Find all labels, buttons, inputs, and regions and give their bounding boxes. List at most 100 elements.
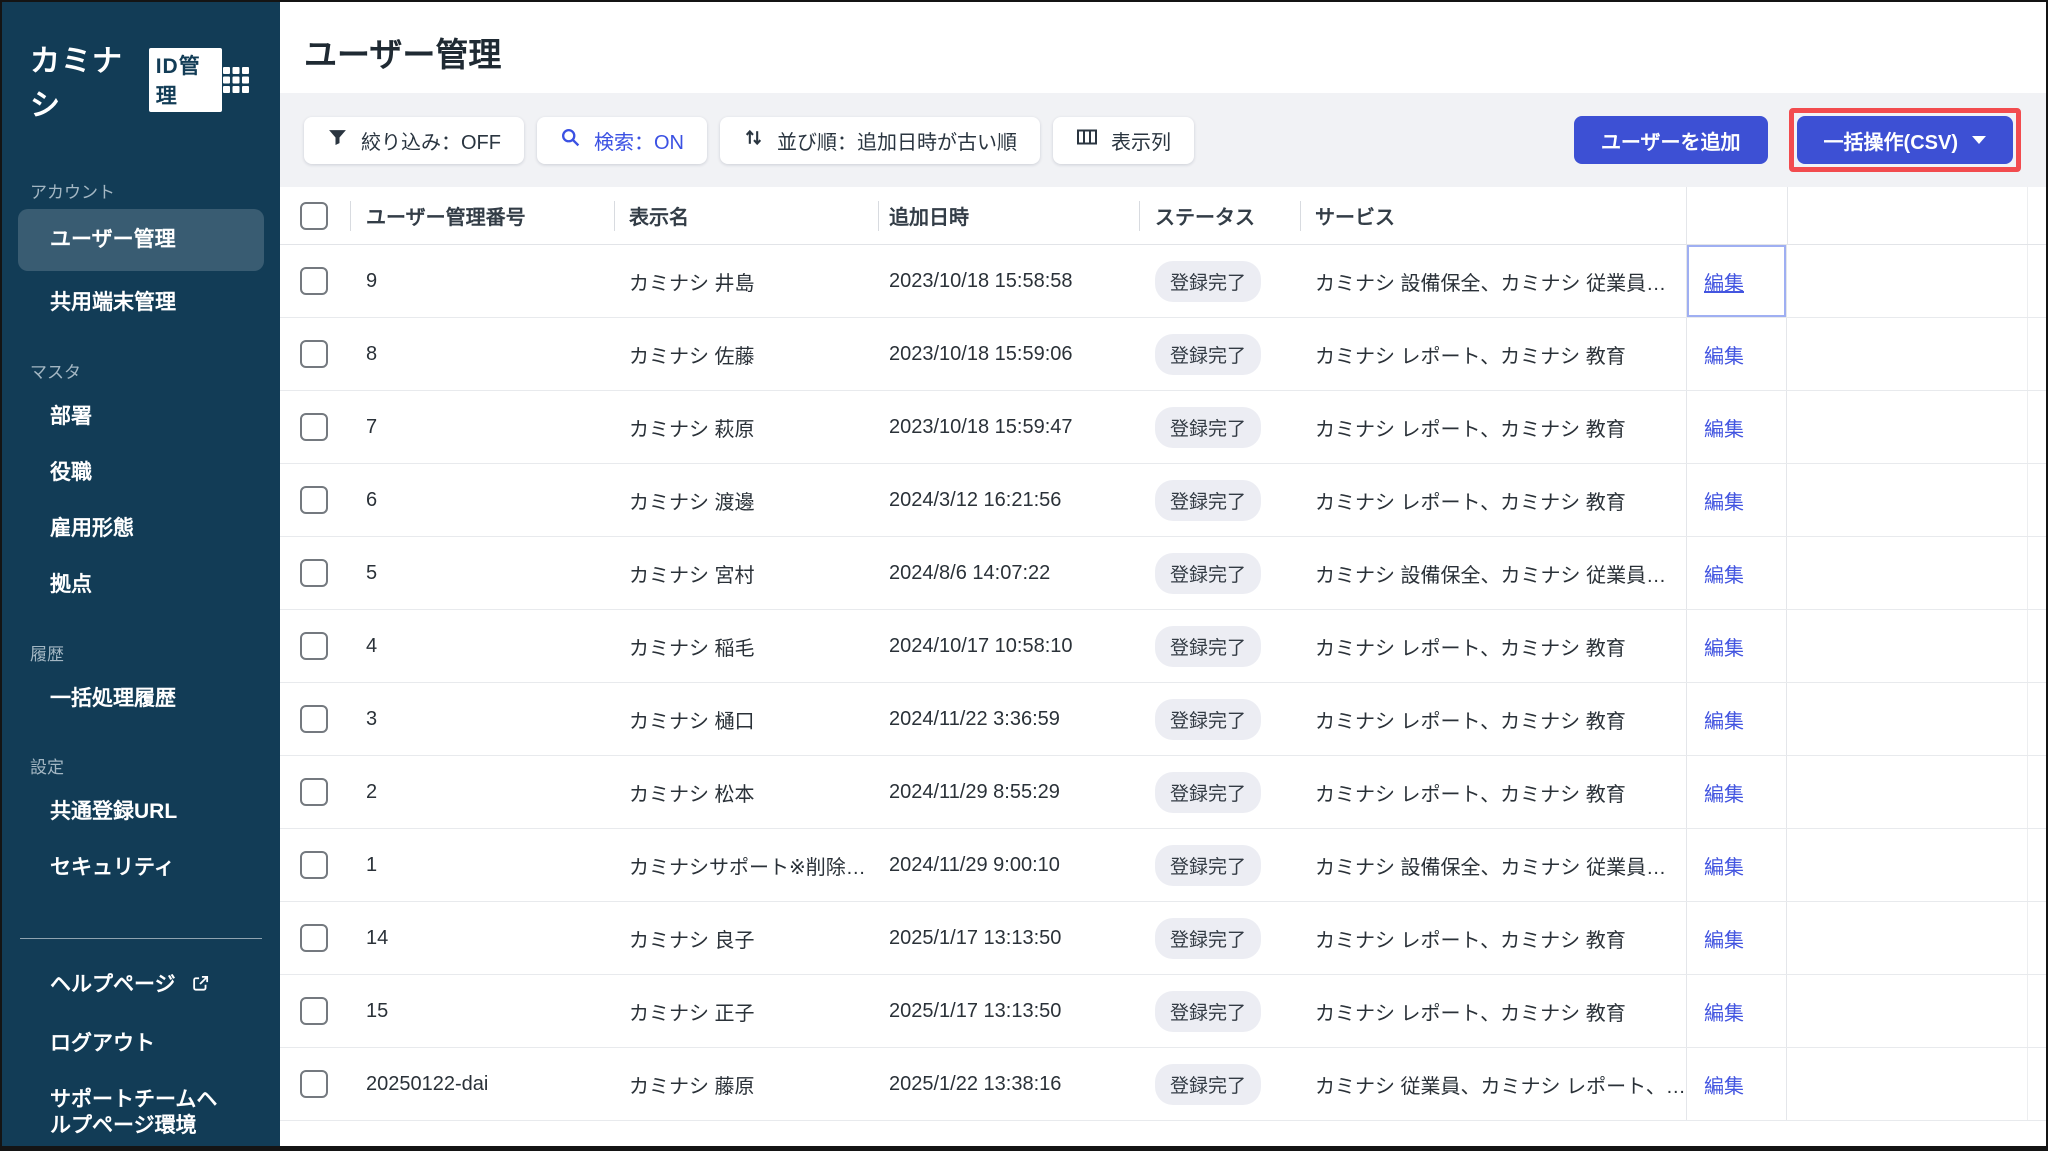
row-services: カミナシ レポート、カミナシ 教育 bbox=[1315, 418, 1626, 441]
toolbar-actions: ユーザーを追加 一括操作(CSV) bbox=[1573, 108, 2021, 172]
row-edit-link[interactable]: 編集 bbox=[1704, 632, 1744, 661]
apps-grid-icon[interactable] bbox=[222, 66, 250, 94]
row-user-id: 2 bbox=[366, 780, 378, 803]
row-empty-cell bbox=[1787, 1048, 2028, 1120]
row-checkbox[interactable] bbox=[300, 1070, 328, 1098]
column-header-user-id: ユーザー管理番号 bbox=[350, 187, 614, 244]
row-display-name: カミナシ 稲毛 bbox=[629, 637, 755, 660]
sidebar-item-support-env[interactable]: サポートチームヘルプページ環境 bbox=[2, 1072, 280, 1146]
row-edit-link[interactable]: 編集 bbox=[1704, 997, 1744, 1026]
section-label-settings: 設定 bbox=[30, 757, 64, 777]
row-edit-cell: 編集 bbox=[1686, 391, 1787, 463]
sidebar-item-departments[interactable]: 部署 bbox=[2, 389, 280, 445]
highlight-annotation: 一括操作(CSV) bbox=[1788, 108, 2021, 172]
row-status-badge: 登録完了 bbox=[1155, 406, 1262, 448]
sidebar-item-employment-types[interactable]: 雇用形態 bbox=[2, 501, 280, 557]
row-display-name: カミナシ 井島 bbox=[629, 272, 755, 295]
row-checkbox[interactable] bbox=[300, 851, 328, 879]
sidebar: カミナシ ID管理 アカウント ユーザー管理 共用端末管理 マスタ 部署 役職 … bbox=[2, 2, 280, 1146]
row-edit-link[interactable]: 編集 bbox=[1704, 705, 1744, 734]
row-services: カミナシ レポート、カミナシ 教育 bbox=[1315, 1002, 1626, 1025]
row-edit-link[interactable]: 編集 bbox=[1704, 924, 1744, 953]
row-checkbox[interactable] bbox=[300, 413, 328, 441]
sort-button[interactable]: 並び順：追加日時が古い順 bbox=[720, 116, 1040, 164]
row-checkbox[interactable] bbox=[300, 778, 328, 806]
row-checkbox[interactable] bbox=[300, 559, 328, 587]
column-header-display-name: 表示名 bbox=[614, 187, 878, 244]
sidebar-item-user-management[interactable]: ユーザー管理 bbox=[18, 209, 264, 272]
row-edit-cell: 編集 bbox=[1686, 318, 1787, 390]
table-row: 7 カミナシ 萩原 2023/10/18 15:59:47 登録完了 カミナシ … bbox=[280, 391, 2046, 464]
bulk-action-csv-button[interactable]: 一括操作(CSV) bbox=[1796, 116, 2013, 164]
row-status-badge: 登録完了 bbox=[1155, 552, 1262, 594]
sidebar-item-locations[interactable]: 拠点 bbox=[2, 557, 280, 613]
row-checkbox[interactable] bbox=[300, 267, 328, 295]
sidebar-item-help-page[interactable]: ヘルプページ bbox=[2, 957, 280, 1015]
row-status-badge: 登録完了 bbox=[1155, 333, 1262, 375]
row-empty-cell bbox=[1787, 610, 2028, 682]
row-status-badge: 登録完了 bbox=[1155, 625, 1262, 667]
sidebar-footer: ヘルプページ ログアウト サポートチームヘルプページ環境 bbox=[2, 957, 280, 1146]
row-edit-link[interactable]: 編集 bbox=[1704, 851, 1744, 880]
row-edit-link[interactable]: 編集 bbox=[1704, 778, 1744, 807]
row-services: カミナシ 設備保全、カミナシ 従業員… bbox=[1315, 272, 1667, 295]
row-display-name: カミナシ 萩原 bbox=[629, 418, 755, 441]
table-row: 20250122-dai カミナシ 藤原 2025/1/22 13:38:16 … bbox=[280, 1048, 2046, 1121]
add-user-button[interactable]: ユーザーを追加 bbox=[1573, 116, 1768, 164]
row-services: カミナシ レポート、カミナシ 教育 bbox=[1315, 637, 1626, 660]
row-empty-cell bbox=[1787, 829, 2028, 901]
row-user-id: 6 bbox=[366, 488, 378, 511]
row-status-badge: 登録完了 bbox=[1155, 1063, 1262, 1105]
sidebar-item-logout[interactable]: ログアウト bbox=[2, 1016, 280, 1072]
row-added-at: 2024/3/12 16:21:56 bbox=[889, 488, 1062, 511]
sidebar-item-bulk-history[interactable]: 一括処理履歴 bbox=[2, 671, 280, 727]
row-edit-link[interactable]: 編集 bbox=[1704, 340, 1744, 369]
row-edit-link[interactable]: 編集 bbox=[1704, 1070, 1744, 1099]
row-edit-link[interactable]: 編集 bbox=[1704, 486, 1744, 515]
filter-button-label: 絞り込み：OFF bbox=[361, 131, 501, 154]
row-checkbox[interactable] bbox=[300, 997, 328, 1025]
row-fill-cell bbox=[2028, 1048, 2046, 1120]
columns-button[interactable]: 表示列 bbox=[1053, 116, 1194, 164]
sidebar-divider bbox=[20, 938, 262, 940]
column-header-status: ステータス bbox=[1139, 187, 1300, 244]
row-user-id: 20250122-dai bbox=[366, 1072, 489, 1095]
row-checkbox[interactable] bbox=[300, 705, 328, 733]
row-edit-link[interactable]: 編集 bbox=[1704, 559, 1744, 588]
row-edit-cell: 編集 bbox=[1686, 683, 1787, 755]
table-row: 8 カミナシ 佐藤 2023/10/18 15:59:06 登録完了 カミナシ … bbox=[280, 318, 2046, 391]
row-edit-cell: 編集 bbox=[1686, 756, 1787, 828]
row-added-at: 2024/10/17 10:58:10 bbox=[889, 634, 1073, 657]
search-button[interactable]: 検索：ON bbox=[537, 116, 707, 164]
sort-button-label: 並び順：追加日時が古い順 bbox=[777, 131, 1017, 154]
row-status-badge: 登録完了 bbox=[1155, 917, 1262, 959]
filter-button[interactable]: 絞り込み：OFF bbox=[304, 116, 524, 164]
row-checkbox[interactable] bbox=[300, 486, 328, 514]
select-all-checkbox[interactable] bbox=[300, 201, 328, 230]
row-edit-link[interactable]: 編集 bbox=[1704, 413, 1744, 442]
row-checkbox[interactable] bbox=[300, 924, 328, 952]
sidebar-item-security[interactable]: セキュリティ bbox=[2, 840, 280, 896]
row-display-name: カミナシ 松本 bbox=[629, 783, 755, 806]
row-fill-cell bbox=[2028, 464, 2046, 536]
sidebar-item-positions[interactable]: 役職 bbox=[2, 445, 280, 501]
row-services: カミナシ 設備保全、カミナシ 従業員… bbox=[1315, 564, 1667, 587]
app-window: カミナシ ID管理 アカウント ユーザー管理 共用端末管理 マスタ 部署 役職 … bbox=[0, 0, 2048, 1151]
row-edit-link[interactable]: 編集 bbox=[1704, 267, 1744, 296]
row-fill-cell bbox=[2028, 245, 2046, 317]
sidebar-item-shared-devices[interactable]: 共用端末管理 bbox=[2, 275, 280, 331]
row-edit-cell: 編集 bbox=[1686, 902, 1787, 974]
row-user-id: 5 bbox=[366, 561, 378, 584]
table-row: 6 カミナシ 渡邊 2024/3/12 16:21:56 登録完了 カミナシ レ… bbox=[280, 464, 2046, 537]
row-checkbox[interactable] bbox=[300, 632, 328, 660]
row-fill-cell bbox=[2028, 829, 2046, 901]
main-content: ユーザー管理 絞り込み：OFF 検索：ON 並び順：追加日時が古い順 表示列 ユ… bbox=[280, 2, 2046, 1146]
row-checkbox[interactable] bbox=[300, 340, 328, 368]
row-added-at: 2025/1/17 13:13:50 bbox=[889, 926, 1062, 949]
row-display-name: カミナシ 渡邊 bbox=[629, 491, 755, 514]
row-services: カミナシ レポート、カミナシ 教育 bbox=[1315, 345, 1626, 368]
section-label-account: アカウント bbox=[30, 183, 115, 202]
row-empty-cell bbox=[1787, 902, 2028, 974]
row-added-at: 2025/1/22 13:38:16 bbox=[889, 1072, 1062, 1095]
sidebar-item-common-registration-url[interactable]: 共通登録URL bbox=[2, 784, 280, 840]
